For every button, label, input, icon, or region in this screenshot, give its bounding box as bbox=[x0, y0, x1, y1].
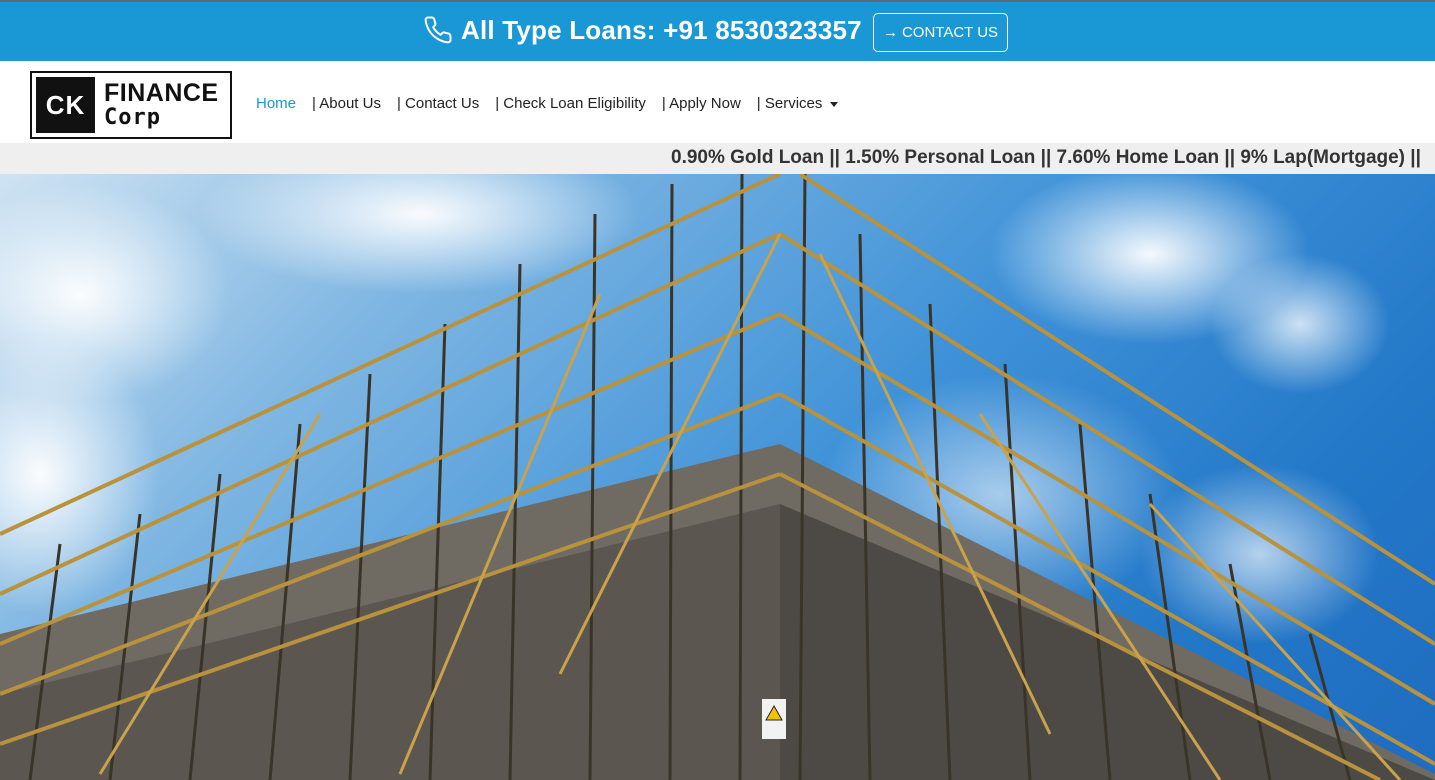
nav-item-check-loan-eligibility[interactable]: | Check Loan Eligibility bbox=[495, 95, 646, 112]
logo-line-1: FINANCE bbox=[104, 79, 219, 107]
phone-text: All Type Loans: +91 8530323357 bbox=[461, 14, 862, 45]
phone-icon bbox=[423, 15, 453, 45]
chevron-down-icon bbox=[830, 101, 839, 107]
top-contact-bar: All Type Loans: +91 8530323357 → CONTACT… bbox=[0, 0, 1435, 61]
contact-us-button[interactable]: → CONTACT US bbox=[873, 13, 1008, 52]
scaffolding-illustration bbox=[0, 174, 1435, 780]
nav-menu: Home | About Us | Contact Us | Check Loa… bbox=[256, 95, 854, 112]
phone-contact[interactable]: All Type Loans: +91 8530323357 bbox=[423, 13, 862, 47]
rates-ticker: 0.90% Gold Loan || 1.50% Personal Loan |… bbox=[0, 143, 1435, 174]
nav-item-services-label: | Services bbox=[756, 95, 823, 112]
logo-line-2: Corp bbox=[104, 105, 161, 130]
nav-item-contact-us[interactable]: | Contact Us bbox=[397, 95, 479, 112]
logo-mark: CK bbox=[36, 77, 95, 133]
hero-image bbox=[0, 174, 1435, 780]
contact-us-label: CONTACT US bbox=[901, 24, 999, 41]
nav-item-services[interactable]: | Services bbox=[757, 95, 839, 112]
nav-item-home[interactable]: Home bbox=[256, 95, 296, 112]
arrow-right-icon: → bbox=[882, 24, 898, 41]
nav-item-about-us[interactable]: | About Us bbox=[312, 95, 381, 112]
ticker-text: 0.90% Gold Loan || 1.50% Personal Loan |… bbox=[671, 147, 1421, 168]
main-navbar: CK FINANCE Corp Home | About Us | Contac… bbox=[0, 61, 1435, 143]
site-logo[interactable]: CK FINANCE Corp bbox=[30, 71, 232, 139]
nav-item-apply-now[interactable]: | Apply Now bbox=[662, 95, 741, 112]
